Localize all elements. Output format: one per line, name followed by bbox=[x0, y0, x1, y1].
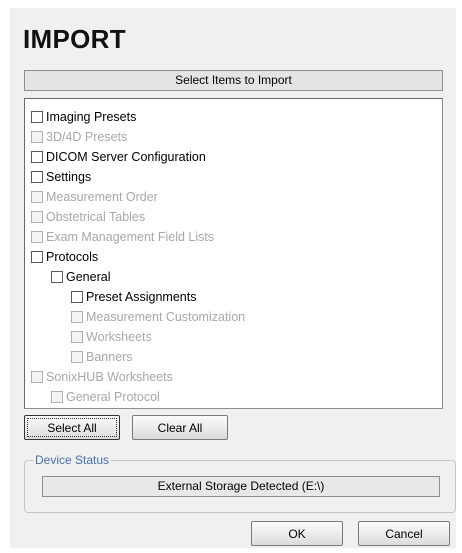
checkbox[interactable] bbox=[31, 111, 43, 123]
device-status-text: External Storage Detected (E:\) bbox=[42, 476, 440, 497]
item-general[interactable]: General bbox=[51, 268, 110, 286]
device-status-group: Device Status External Storage Detected … bbox=[24, 453, 456, 513]
section-header: Select Items to Import bbox=[24, 70, 443, 91]
checkbox bbox=[31, 211, 43, 223]
checkbox[interactable] bbox=[71, 291, 83, 303]
select-all-button[interactable]: Select All bbox=[24, 415, 120, 440]
checkbox bbox=[31, 371, 43, 383]
item-label: Measurement Customization bbox=[86, 310, 246, 324]
item-worksheets: Worksheets bbox=[71, 328, 152, 346]
item-protocols[interactable]: Protocols bbox=[31, 248, 98, 266]
item-sonixhub-worksheets: SonixHUB Worksheets bbox=[31, 368, 173, 386]
item-label: 3D/4D Presets bbox=[46, 130, 128, 144]
checkbox bbox=[51, 391, 63, 403]
item-general-protocol: General Protocol bbox=[51, 388, 160, 406]
item-exam-management-field-lists: Exam Management Field Lists bbox=[31, 228, 214, 246]
item-label: Obstetrical Tables bbox=[46, 210, 146, 224]
checkbox bbox=[71, 311, 83, 323]
item-label: Measurement Order bbox=[46, 190, 158, 204]
item-label: Worksheets bbox=[86, 330, 152, 344]
checkbox[interactable] bbox=[51, 271, 63, 283]
item-label: Protocols bbox=[46, 250, 99, 264]
item-measurement-order: Measurement Order bbox=[31, 188, 158, 206]
checkbox bbox=[31, 191, 43, 203]
checkbox bbox=[71, 331, 83, 343]
clear-all-button[interactable]: Clear All bbox=[132, 415, 228, 440]
item-label: Exam Management Field Lists bbox=[46, 230, 215, 244]
item-label: General bbox=[66, 270, 111, 284]
item-label: General Protocol bbox=[66, 390, 160, 404]
checkbox[interactable] bbox=[31, 251, 43, 263]
checkbox bbox=[31, 231, 43, 243]
item-dicom-server-configuration[interactable]: DICOM Server Configuration bbox=[31, 148, 206, 166]
checkbox bbox=[31, 131, 43, 143]
item-label: SonixHUB Worksheets bbox=[46, 370, 173, 384]
item-preset-assignments[interactable]: Preset Assignments bbox=[71, 288, 196, 306]
dialog-title: IMPORT bbox=[23, 24, 126, 54]
item-label: Imaging Presets bbox=[46, 110, 137, 124]
import-items-list[interactable]: Imaging Presets 3D/4D Presets DICOM Serv… bbox=[24, 98, 443, 409]
item-label: Preset Assignments bbox=[86, 290, 197, 304]
item-settings[interactable]: Settings bbox=[31, 168, 91, 186]
item-label: Banners bbox=[86, 350, 133, 364]
checkbox bbox=[71, 351, 83, 363]
item-banners: Banners bbox=[71, 348, 133, 366]
item-label: Settings bbox=[46, 170, 92, 184]
item-imaging-presets[interactable]: Imaging Presets bbox=[31, 108, 136, 126]
item-obstetrical-tables: Obstetrical Tables bbox=[31, 208, 145, 226]
item-3d4d-presets: 3D/4D Presets bbox=[31, 128, 127, 146]
checkbox[interactable] bbox=[31, 151, 43, 163]
item-measurement-customization: Measurement Customization bbox=[71, 308, 245, 326]
import-dialog: IMPORT Select Items to Import Imaging Pr… bbox=[10, 8, 456, 548]
item-label: DICOM Server Configuration bbox=[46, 150, 206, 164]
device-status-legend: Device Status bbox=[33, 453, 112, 467]
cancel-button[interactable]: Cancel bbox=[358, 521, 450, 546]
checkbox[interactable] bbox=[31, 171, 43, 183]
ok-button[interactable]: OK bbox=[251, 521, 343, 546]
